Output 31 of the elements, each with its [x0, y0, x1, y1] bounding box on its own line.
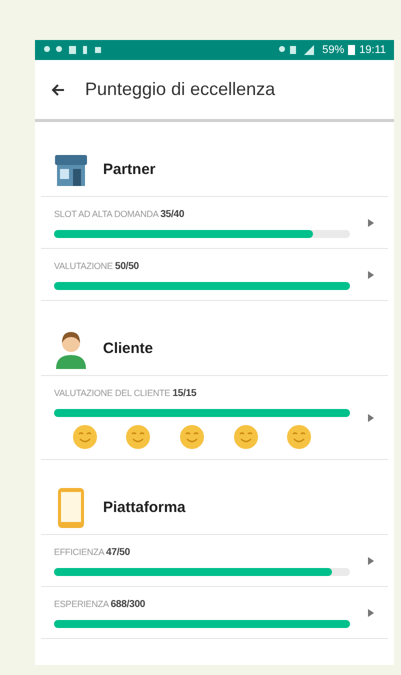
score-row[interactable]: VALUTAZIONE DEL CLIENTE 15/15	[41, 375, 388, 460]
score-row[interactable]: VALUTAZIONE 50/50	[41, 248, 388, 301]
smiley-icon	[126, 425, 150, 449]
battery-icon	[348, 45, 356, 55]
back-arrow-icon[interactable]	[51, 82, 65, 96]
section-title: Piattaforma	[103, 498, 186, 518]
score-row[interactable]: ESPERIENZA 688/300	[41, 586, 388, 639]
chevron-right-icon	[368, 218, 374, 226]
score-row[interactable]: SLOT AD ALTA DOMANDA 35/40	[41, 196, 388, 248]
score-row[interactable]: EFFICIENZA 47/50	[41, 534, 388, 586]
page-title: Punteggio di eccellenza	[85, 78, 276, 101]
section-title: Cliente	[103, 338, 154, 359]
score-label: SLOT AD ALTA DOMANDA 35/40	[54, 208, 186, 222]
score-label: VALUTAZIONE 50/50	[54, 260, 140, 274]
score-label: ESPERIENZA 688/300	[54, 598, 146, 612]
smiley-icon	[180, 425, 204, 449]
storefront-icon	[53, 152, 89, 188]
smiley-icon	[234, 425, 258, 449]
smiley-icon	[72, 425, 97, 449]
chevron-right-icon	[368, 556, 374, 564]
chevron-right-icon	[368, 414, 374, 422]
smiley-icon	[287, 425, 312, 449]
smartphone-icon	[57, 487, 85, 529]
person-icon	[53, 329, 89, 369]
chevron-right-icon	[368, 608, 374, 616]
battery-percentage: 59%	[322, 42, 344, 58]
clock-time: 19:11	[359, 42, 386, 58]
score-label: VALUTAZIONE DEL CLIENTE 15/15	[54, 387, 198, 401]
chevron-right-icon	[368, 270, 374, 278]
score-label: EFFICIENZA 47/50	[54, 546, 131, 560]
section-title: Partner	[103, 160, 156, 180]
